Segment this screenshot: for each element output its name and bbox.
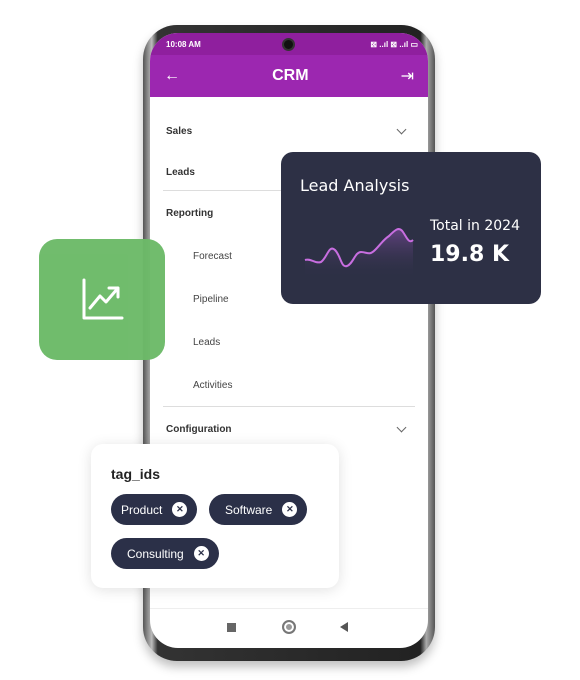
recent-apps-button[interactable] bbox=[227, 623, 236, 632]
remove-tag-icon[interactable]: ✕ bbox=[172, 502, 188, 517]
lead-card-title: Lead Analysis bbox=[300, 176, 410, 195]
status-time: 10:08 AM bbox=[166, 39, 201, 49]
menu-item-reporting[interactable]: Reporting bbox=[166, 208, 213, 219]
submenu-leads[interactable]: Leads bbox=[193, 337, 220, 348]
tag-chip-consulting: Consulting ✕ bbox=[111, 538, 219, 569]
tag-label: Consulting bbox=[127, 546, 184, 561]
nav-divider bbox=[150, 608, 428, 609]
camera bbox=[282, 38, 295, 51]
submenu-activities[interactable]: Activities bbox=[193, 380, 232, 391]
home-button[interactable] bbox=[282, 620, 296, 634]
tag-card-title: tag_ids bbox=[111, 466, 161, 482]
lead-analysis-card: Lead Analysis Total in 2024 19.8 K bbox=[281, 152, 541, 304]
back-arrow-icon[interactable]: ← bbox=[164, 67, 180, 85]
tag-chip-product: Product ✕ bbox=[111, 494, 198, 525]
app-title: CRM bbox=[272, 67, 309, 84]
divider bbox=[163, 406, 415, 407]
menu-item-sales[interactable]: Sales bbox=[166, 126, 192, 137]
tag-card: tag_ids Product ✕ Software ✕ Consulting … bbox=[91, 444, 339, 588]
submenu-pipeline[interactable]: Pipeline bbox=[193, 294, 229, 305]
app-bar: ← CRM ⇥ bbox=[150, 55, 428, 97]
trending-up-icon bbox=[82, 278, 124, 319]
tag-chip-software: Software ✕ bbox=[209, 494, 308, 525]
menu-item-configuration[interactable]: Configuration bbox=[166, 424, 232, 435]
status-indicators: ⊠ ..ıl ⊠ ..ıl ▭ bbox=[370, 39, 418, 49]
tag-label: Software bbox=[225, 502, 273, 517]
menu-item-leads[interactable]: Leads bbox=[166, 167, 195, 178]
chevron-down-icon[interactable] bbox=[396, 124, 407, 135]
tag-label: Product bbox=[121, 502, 163, 517]
chart-badge bbox=[39, 239, 165, 360]
remove-tag-icon[interactable]: ✕ bbox=[282, 502, 298, 517]
chevron-down-icon[interactable] bbox=[396, 422, 407, 433]
sparkline bbox=[304, 228, 414, 278]
back-button[interactable] bbox=[340, 622, 348, 632]
remove-tag-icon[interactable]: ✕ bbox=[193, 546, 209, 561]
lead-card-label: Total in 2024 bbox=[430, 218, 520, 234]
submenu-forecast[interactable]: Forecast bbox=[193, 251, 232, 262]
logout-icon[interactable]: ⇥ bbox=[401, 66, 414, 86]
lead-card-value: 19.8 K bbox=[430, 242, 509, 267]
